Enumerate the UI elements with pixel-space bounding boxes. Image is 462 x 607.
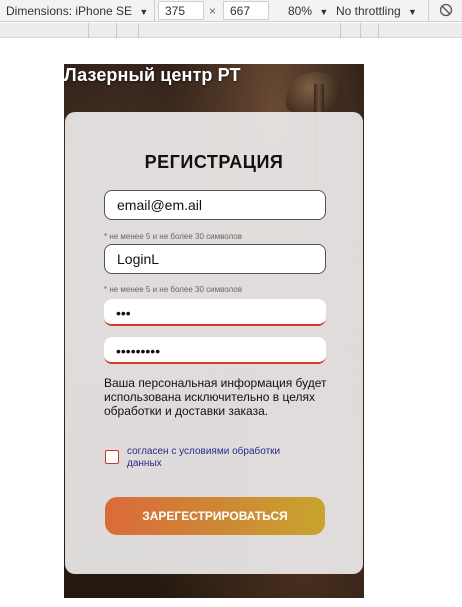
device-viewport: Лазерный центр РТ РЕГИСТРАЦИЯ email@em.a…	[64, 64, 364, 598]
chevron-down-icon: ▼	[408, 7, 417, 17]
chevron-down-icon: ▼	[319, 7, 329, 17]
throttling-label: No throttling	[336, 4, 401, 18]
site-title: Лазерный центр РТ	[64, 65, 241, 85]
times-icon: ×	[209, 4, 217, 18]
login-field[interactable]: LoginL	[104, 244, 326, 274]
device-select-label: Dimensions: iPhone SE	[6, 4, 133, 18]
agree-label[interactable]: согласен с условиями обработки данных	[127, 446, 307, 470]
divider	[428, 0, 429, 22]
login-hint: * не менее 5 и не более 30 символов	[104, 285, 242, 294]
agree-checkbox[interactable]	[105, 450, 119, 464]
email-field[interactable]: email@em.ail	[104, 190, 326, 220]
email-hint: * не менее 5 и не более 30 символов	[104, 232, 242, 241]
register-button[interactable]: ЗАРЕГЕСТРИРОВАТЬСЯ	[105, 497, 325, 535]
divider	[154, 0, 155, 22]
throttling-select[interactable]: No throttling ▼	[336, 4, 417, 18]
registration-card: РЕГИСТРАЦИЯ email@em.ail * не менее 5 и …	[65, 112, 363, 574]
media-query-bar	[0, 23, 462, 38]
zoom-label: 80%	[288, 4, 313, 18]
password-field[interactable]: •••	[104, 299, 326, 326]
viewport-height-input[interactable]: 667	[223, 1, 269, 20]
privacy-notice: Ваша персональная информация будет испол…	[104, 376, 327, 418]
form-title: РЕГИСТРАЦИЯ	[144, 152, 284, 172]
password-confirm-field[interactable]: •••••••••	[104, 337, 326, 364]
rotate-icon[interactable]	[439, 3, 453, 17]
viewport-width-input[interactable]: 375	[158, 1, 204, 20]
device-select[interactable]: Dimensions: iPhone SE ▼	[6, 4, 148, 18]
chevron-down-icon: ▼	[139, 7, 149, 17]
zoom-select[interactable]: 80% ▼	[288, 4, 328, 18]
devtools-toolbar: Dimensions: iPhone SE ▼ 375 × 667 80% ▼ …	[0, 0, 462, 22]
